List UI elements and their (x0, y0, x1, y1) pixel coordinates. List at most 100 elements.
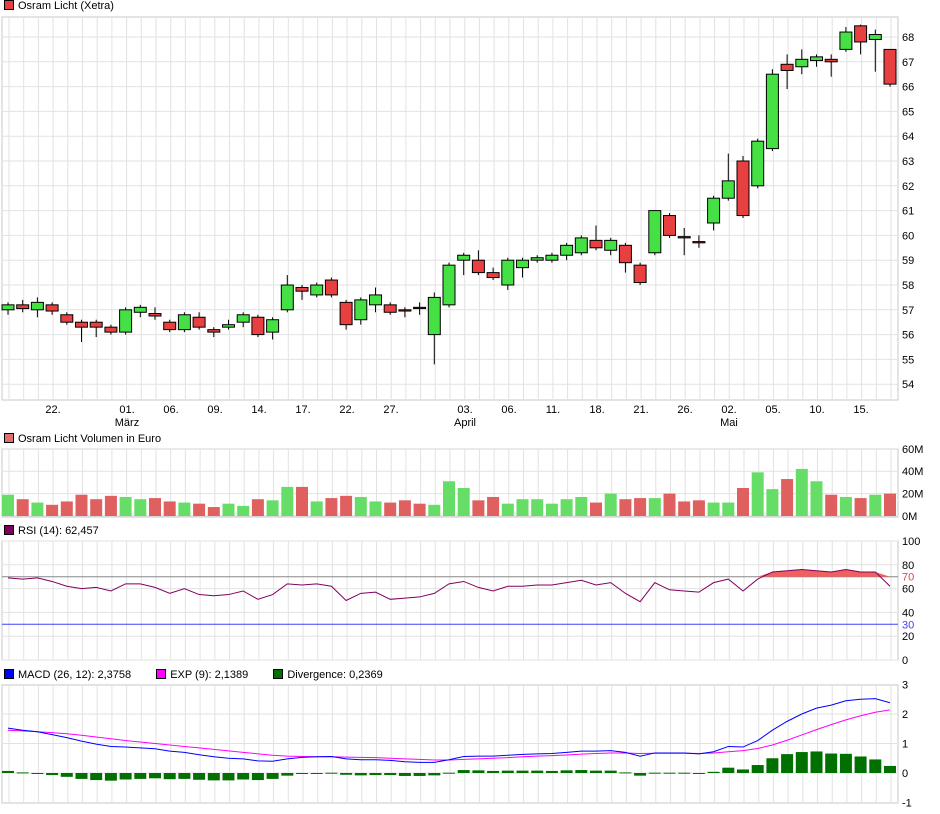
candle-body (604, 239, 618, 251)
candle-body (618, 244, 632, 264)
divergence-bar (825, 753, 838, 773)
divergence-bar (781, 754, 794, 773)
divergence-bar (163, 773, 176, 780)
divergence-bar (90, 773, 103, 781)
y-tick-label: 1 (902, 739, 908, 751)
y-tick-label: 0 (902, 655, 908, 667)
month-label: März (115, 417, 139, 429)
volume-bar (737, 488, 749, 516)
divergence-bar (869, 759, 882, 773)
candle-body (648, 210, 662, 254)
y-tick-label: 60M (902, 444, 923, 456)
x-tick-label: 22. (45, 404, 60, 416)
volume-bar (60, 501, 73, 516)
candle-body (1, 304, 15, 311)
month-label: Mai (720, 417, 738, 429)
volume-bar (575, 496, 588, 516)
x-tick-label: 10. (809, 404, 824, 416)
candle-body (457, 254, 471, 261)
y-tick-label: 100 (902, 536, 920, 548)
candle-body (295, 286, 309, 292)
candle-body (192, 316, 206, 328)
volume-bar (501, 503, 514, 516)
volume-bar (722, 502, 735, 516)
x-tick-label: 09. (207, 404, 222, 416)
candle-body (530, 257, 544, 261)
divergence-bar (384, 773, 397, 776)
divergence-bar (722, 767, 735, 773)
x-tick-label: 27. (383, 404, 398, 416)
divergence-bar (751, 765, 764, 773)
candle-body (765, 73, 779, 150)
y-tick-label: 60 (902, 230, 914, 242)
candle-body (280, 284, 294, 311)
divergence-bar (634, 773, 647, 776)
candle-body (560, 244, 574, 256)
candle-body (369, 294, 382, 306)
volume-bar (516, 499, 529, 516)
divergence-bar (737, 769, 749, 773)
candle-body (486, 272, 500, 279)
divergence-bar (839, 753, 852, 773)
candle-body (721, 180, 735, 199)
divergence-bar (149, 773, 161, 779)
divergence-bar (31, 773, 44, 774)
volume-bar (16, 499, 29, 516)
x-tick-label: 26. (677, 404, 692, 416)
x-tick-label: 22. (339, 404, 354, 416)
volume-bar (545, 503, 558, 516)
y-tick-label: 3 (902, 680, 908, 692)
divergence-bar (810, 751, 823, 773)
volume-bar (296, 486, 308, 516)
candle-body (236, 314, 250, 323)
volume-bar (810, 481, 823, 516)
divergence-bar (854, 756, 867, 773)
x-tick-label: 17. (295, 404, 310, 416)
x-tick-label: 11. (546, 404, 560, 416)
volume-bar (413, 503, 426, 516)
x-tick-label: 06. (501, 404, 516, 416)
candle-body (177, 314, 191, 331)
divergence-bar (472, 770, 485, 773)
divergence-bar (516, 770, 529, 773)
candle-body (104, 326, 118, 333)
divergence-bar (369, 773, 382, 776)
divergence-bar (266, 773, 279, 779)
y-tick-label: 80 (902, 560, 914, 572)
y-tick-label: 54 (902, 379, 914, 391)
divergence-bar (619, 772, 632, 774)
volume-bar (281, 486, 294, 516)
candle-body (883, 48, 897, 85)
divergence-bar (560, 770, 573, 773)
candle-body (854, 25, 868, 43)
divergence-bar (707, 771, 720, 773)
divergence-bar (487, 770, 500, 773)
divergence-bar (60, 773, 73, 777)
y-tick-label: 0 (902, 768, 908, 780)
rsi-band-label: 70 (902, 572, 914, 584)
volume-bar (781, 479, 794, 516)
candle-body (795, 58, 809, 68)
candle-body (707, 197, 721, 224)
candle-body (310, 284, 324, 296)
volume-bar (839, 496, 852, 516)
y-tick-label: 58 (902, 280, 914, 292)
y-tick-label: 61 (902, 206, 914, 218)
y-tick-label: 55 (902, 354, 914, 366)
volume-bar (634, 498, 647, 516)
divergence-bar (75, 773, 88, 779)
volume-bar (443, 481, 455, 516)
volume-bar (2, 494, 14, 516)
candle-body (207, 329, 221, 333)
x-tick-label: 14. (251, 404, 266, 416)
y-tick-label: 67 (902, 57, 914, 69)
volume-bar (619, 499, 632, 516)
divergence-bar (296, 773, 308, 774)
y-tick-label: 40 (902, 607, 914, 619)
candle-body (222, 324, 235, 328)
candle-body (60, 314, 74, 323)
candle-body (148, 313, 162, 317)
volume-bar (604, 493, 617, 516)
volume-bar (266, 500, 279, 516)
candle-body (824, 58, 838, 63)
